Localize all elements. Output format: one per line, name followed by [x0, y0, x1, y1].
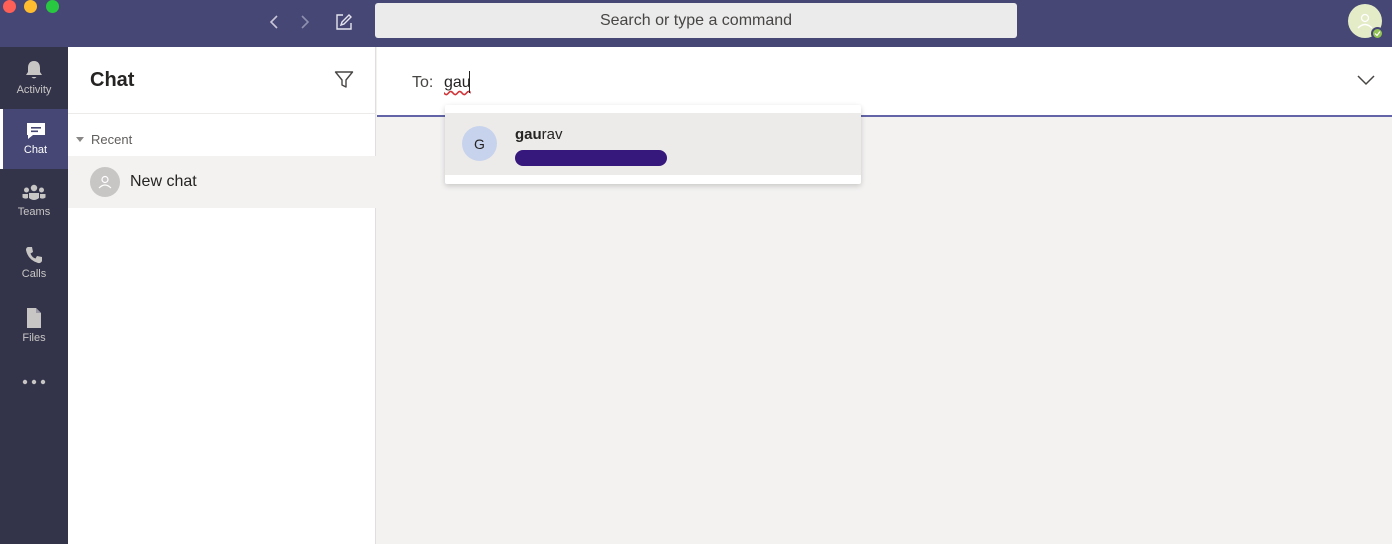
more-icon: [22, 379, 46, 385]
title-bar: Search or type a command: [0, 0, 1392, 47]
rail-item-chat[interactable]: Chat: [0, 109, 68, 169]
avatar-initial: G: [474, 135, 485, 152]
compose-icon: [336, 14, 352, 30]
search-input[interactable]: Search or type a command: [375, 3, 1017, 38]
rail-more-button[interactable]: [0, 367, 68, 427]
forward-button[interactable]: [292, 9, 318, 35]
suggestion-name: gaurav: [515, 126, 563, 143]
person-icon: [98, 175, 112, 189]
page-title: Chat: [90, 69, 135, 91]
rail-item-calls[interactable]: Calls: [0, 233, 68, 293]
avatar: G: [462, 126, 497, 161]
chevron-left-icon: [269, 15, 278, 29]
compose-button[interactable]: [331, 9, 357, 35]
text-caret: [469, 71, 470, 93]
search-placeholder: Search or type a command: [599, 11, 793, 29]
avatar: [90, 167, 120, 197]
recipient-input[interactable]: gau: [444, 74, 471, 92]
minimize-window-button[interactable]: [24, 0, 37, 13]
bell-icon: [26, 61, 42, 79]
people-suggestion-dropdown: G gaurav: [445, 105, 861, 184]
rail-label: Activity: [16, 84, 52, 96]
back-button[interactable]: [261, 9, 287, 35]
expand-button[interactable]: [1357, 73, 1375, 91]
rail-item-files[interactable]: Files: [0, 295, 68, 355]
rail-label: Files: [22, 332, 46, 344]
suggestion-name-match: gau: [515, 126, 542, 143]
rail-label: Chat: [23, 144, 48, 156]
phone-icon: [26, 247, 42, 264]
chat-icon: [26, 123, 45, 139]
person-icon: [1357, 13, 1373, 29]
app-rail: Activity Chat Teams Calls Files: [0, 47, 68, 544]
filter-button[interactable]: [334, 70, 354, 95]
list-item-new-chat[interactable]: New chat: [68, 156, 376, 208]
redaction-mark: [515, 150, 667, 166]
profile-avatar[interactable]: [1348, 4, 1384, 40]
caret-down-icon: [76, 137, 84, 142]
maximize-window-button[interactable]: [46, 0, 59, 13]
chat-panel-header: Chat: [68, 47, 376, 114]
rail-item-teams[interactable]: Teams: [0, 171, 68, 231]
to-label: To:: [412, 74, 434, 91]
chevron-down-icon: [1357, 75, 1375, 86]
suggestion-name-rest: rav: [541, 126, 563, 143]
list-item-label: New chat: [130, 173, 197, 190]
rail-item-activity[interactable]: Activity: [0, 47, 68, 107]
chat-list-panel: Chat Recent New chat: [68, 47, 376, 544]
presence-available-icon: [1371, 27, 1384, 40]
close-window-button[interactable]: [3, 0, 16, 13]
rail-label: Teams: [17, 206, 51, 218]
suggestion-item[interactable]: G gaurav: [445, 113, 861, 175]
recent-section-toggle[interactable]: Recent: [76, 132, 132, 147]
chevron-right-icon: [301, 15, 310, 29]
teams-icon: [22, 184, 46, 200]
file-icon: [27, 308, 41, 328]
rail-label: Calls: [21, 268, 47, 280]
section-label: Recent: [91, 132, 133, 147]
filter-icon: [334, 71, 354, 88]
